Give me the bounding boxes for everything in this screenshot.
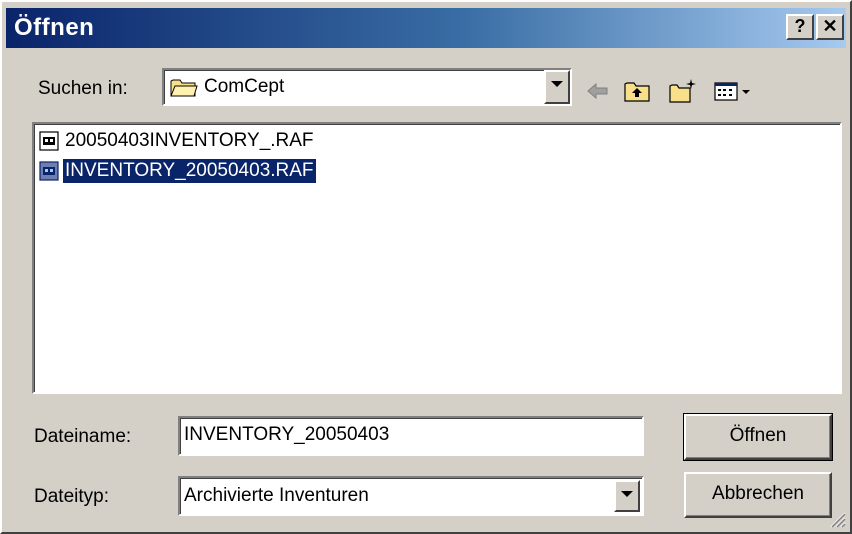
filetype-value: Archivierte Inventuren — [184, 485, 369, 506]
window-title: Öffnen — [14, 14, 95, 41]
up-folder-icon[interactable] — [622, 76, 652, 106]
look-in-dropdown-button[interactable] — [544, 70, 570, 104]
filename-input[interactable]: INVENTORY_20050403 — [178, 416, 644, 456]
filename-label: Dateiname: — [34, 426, 132, 447]
cancel-button[interactable]: Abbrechen — [684, 472, 832, 518]
open-button[interactable]: Öffnen — [683, 413, 833, 461]
folder-icon — [170, 79, 198, 97]
chevron-down-icon — [621, 491, 633, 497]
title-bar[interactable]: Öffnen ? ✕ — [6, 8, 846, 48]
look-in-combobox[interactable]: ComCept — [162, 68, 572, 106]
file-name: INVENTORY_20050403.RAF — [63, 159, 316, 183]
file-name: 20050403INVENTORY_.RAF — [65, 130, 314, 151]
new-folder-icon[interactable] — [668, 76, 698, 106]
raf-file-icon — [39, 161, 59, 181]
filetype-combobox[interactable]: Archivierte Inventuren — [178, 476, 644, 516]
look-in-label: Suchen in: — [38, 78, 128, 99]
view-menu-icon[interactable] — [712, 76, 756, 106]
look-in-value: ComCept — [204, 76, 285, 97]
filetype-label: Dateityp: — [34, 486, 109, 507]
resize-grip-icon[interactable] — [828, 510, 846, 528]
open-file-dialog: Öffnen ? ✕ Suchen in: ComCept 20050403IN… — [0, 0, 852, 534]
chevron-down-icon — [551, 81, 563, 87]
list-item[interactable]: 20050403INVENTORY_.RAF — [38, 128, 316, 154]
list-item[interactable]: INVENTORY_20050403.RAF — [38, 158, 316, 184]
help-button[interactable]: ? — [786, 14, 814, 40]
close-button[interactable]: ✕ — [816, 14, 844, 40]
file-list[interactable]: 20050403INVENTORY_.RAF INVENTORY_2005040… — [32, 122, 842, 394]
raf-file-icon — [39, 131, 59, 151]
filetype-dropdown-button[interactable] — [614, 480, 640, 512]
back-arrow-icon[interactable] — [582, 76, 612, 106]
